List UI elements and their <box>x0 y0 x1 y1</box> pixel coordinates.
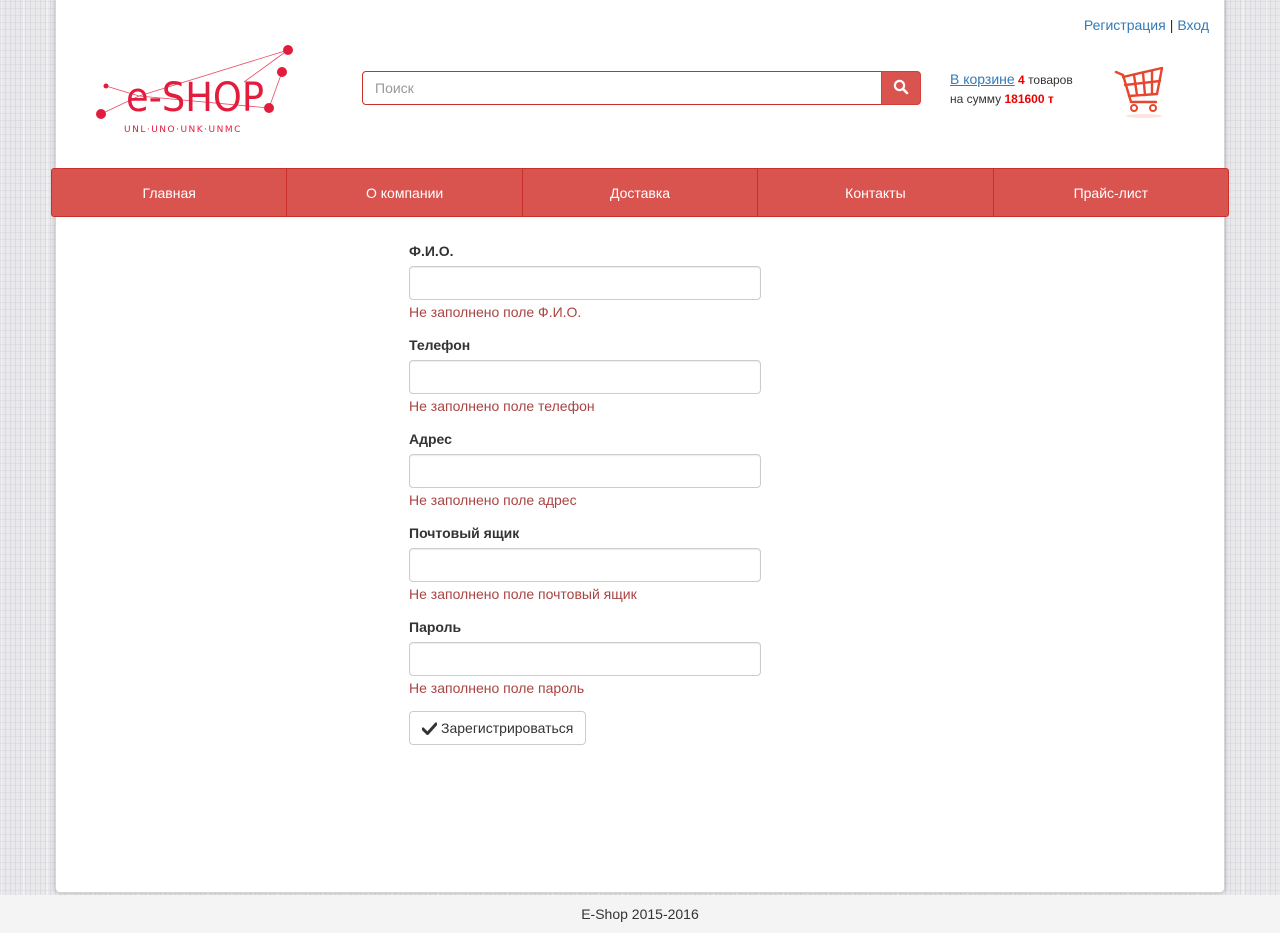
footer-copyright: E-Shop 2015-2016 <box>581 906 699 922</box>
checkmark-icon <box>422 722 437 735</box>
form-group-name: Ф.И.О. Не заполнено поле Ф.И.О. <box>409 242 761 336</box>
main-nav: Главная О компании Доставка Контакты Пра… <box>51 168 1229 217</box>
search-icon <box>893 79 909 94</box>
eshop-logo[interactable]: e-SHOP UNL·UNO·UNK·UNMC <box>94 42 304 137</box>
nav-item-delivery[interactable]: Доставка <box>523 169 759 216</box>
cart-summary: В корзине 4 товаров на сумму 181600 т <box>950 70 1073 109</box>
login-link[interactable]: Вход <box>1177 17 1209 33</box>
address-field[interactable] <box>409 454 761 488</box>
cart-link[interactable]: В корзине <box>950 71 1015 87</box>
email-label: Почтовый ящик <box>409 525 520 541</box>
password-field[interactable] <box>409 642 761 676</box>
address-label: Адрес <box>409 431 452 447</box>
register-button-label: Зарегистрироваться <box>441 720 574 736</box>
email-field[interactable] <box>409 548 761 582</box>
cart-sum: 181600 т <box>1004 92 1054 106</box>
search-bar <box>362 71 921 105</box>
name-error: Не заполнено поле Ф.И.О. <box>409 304 582 320</box>
password-label: Пароль <box>409 619 462 635</box>
register-button[interactable]: Зарегистрироваться <box>409 711 587 745</box>
cart-sum-prefix: на сумму <box>950 92 1002 106</box>
footer: E-Shop 2015-2016 <box>0 895 1280 933</box>
logo-wordmark: e-SHOP <box>126 75 264 121</box>
nav-item-about[interactable]: О компании <box>287 169 523 216</box>
phone-label: Телефон <box>409 337 471 353</box>
phone-field[interactable] <box>409 360 761 394</box>
search-button[interactable] <box>881 71 921 105</box>
address-error: Не заполнено поле адрес <box>409 492 577 508</box>
nav-item-price-list[interactable]: Прайс-лист <box>994 169 1228 216</box>
cart-count: 4 <box>1018 73 1025 87</box>
password-error: Не заполнено поле пароль <box>409 680 585 696</box>
phone-error: Не заполнено поле телефон <box>409 398 595 414</box>
shopping-cart-icon[interactable] <box>1114 64 1166 120</box>
registration-form: Ф.И.О. Не заполнено поле Ф.И.О. Телефон … <box>409 242 761 745</box>
name-label: Ф.И.О. <box>409 243 454 259</box>
register-link[interactable]: Регистрация <box>1084 17 1166 33</box>
name-field[interactable] <box>409 266 761 300</box>
form-group-password: Пароль Не заполнено поле пароль <box>409 618 761 712</box>
cart-items-word: товаров <box>1028 73 1073 87</box>
form-group-address: Адрес Не заполнено поле адрес <box>409 430 761 524</box>
nav-item-home[interactable]: Главная <box>52 169 288 216</box>
form-group-email: Почтовый ящик Не заполнено поле почтовый… <box>409 524 761 618</box>
email-error: Не заполнено поле почтовый ящик <box>409 586 637 602</box>
logo-tagline: UNL·UNO·UNK·UNMC <box>124 125 242 135</box>
auth-separator: | <box>1169 17 1174 33</box>
auth-links: Регистрация | Вход <box>1084 17 1209 33</box>
search-input[interactable] <box>362 71 882 105</box>
nav-item-contacts[interactable]: Контакты <box>758 169 994 216</box>
form-group-phone: Телефон Не заполнено поле телефон <box>409 336 761 430</box>
